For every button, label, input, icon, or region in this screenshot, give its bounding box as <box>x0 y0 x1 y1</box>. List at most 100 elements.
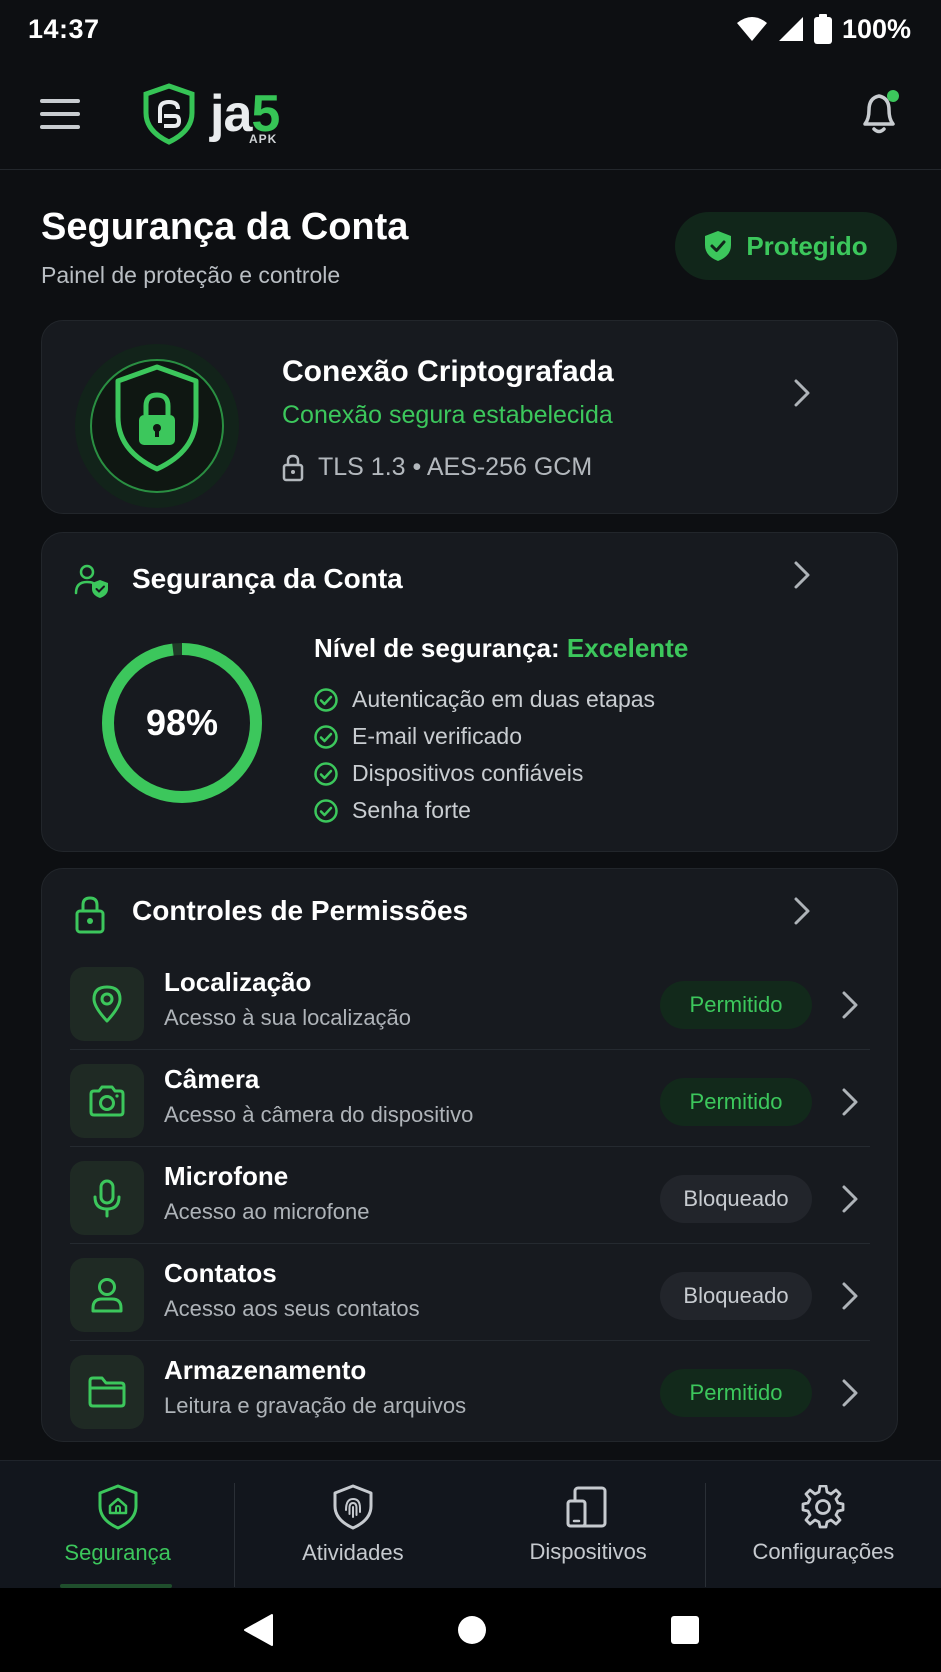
logo-wordmark: ja5 APK <box>210 84 280 146</box>
camera-icon <box>89 1085 125 1117</box>
permission-name: Localização <box>164 967 312 997</box>
status-bar: 14:37 100% <box>0 0 941 58</box>
permission-desc: Leitura e gravação de arquivos <box>164 1393 467 1418</box>
permission-desc: Acesso à câmera do dispositivo <box>164 1102 474 1127</box>
chevron-right-icon[interactable] <box>790 895 814 927</box>
security-level: Nível de segurança: Excelente <box>314 633 688 664</box>
permission-name: Contatos <box>164 1258 277 1288</box>
permission-name: Câmera <box>164 1064 260 1094</box>
chevron-right-icon[interactable] <box>838 1280 862 1312</box>
permission-status-pill[interactable]: Permitido <box>660 1369 812 1417</box>
permission-row-microphone[interactable]: Microfone Acesso ao microfone Bloqueado <box>70 1147 870 1244</box>
permission-row-storage[interactable]: Armazenamento Leitura e gravação de arqu… <box>70 1341 870 1438</box>
microphone-icon <box>93 1179 121 1218</box>
permission-row-camera[interactable]: Câmera Acesso à câmera do dispositivo Pe… <box>70 1050 870 1147</box>
permissions-card: Controles de Permissões Localização Aces… <box>41 868 898 1442</box>
gear-icon <box>801 1484 845 1528</box>
permission-status-pill[interactable]: Bloqueado <box>660 1272 812 1320</box>
lock-icon <box>282 454 304 481</box>
permission-name: Microfone <box>164 1161 289 1191</box>
check-circle-icon <box>314 761 338 786</box>
permission-name: Armazenamento <box>164 1355 367 1385</box>
logo-text: ja <box>210 84 252 143</box>
security-score: 98% <box>145 702 219 743</box>
account-security-card[interactable]: Segurança da Conta 98% Nível de seguranç… <box>41 532 898 852</box>
logo-shield-icon <box>143 82 195 145</box>
permission-desc: Acesso ao microfone <box>164 1199 370 1224</box>
logo-apk: APK <box>248 131 278 146</box>
check-item: Autenticação em duas etapas <box>314 681 655 718</box>
permission-icon-box <box>70 1161 144 1235</box>
nav-label: Segurança <box>64 1539 171 1565</box>
wifi-icon <box>736 17 767 41</box>
connection-title: Conexão Criptografada <box>282 355 614 388</box>
chevron-right-icon[interactable] <box>838 1183 862 1215</box>
shield-home-icon <box>98 1484 138 1529</box>
home-icon[interactable] <box>457 1615 487 1645</box>
chevron-right-icon[interactable] <box>790 377 814 409</box>
notification-bell-icon[interactable] <box>857 88 903 138</box>
permission-desc: Acesso à sua localização <box>164 1005 412 1030</box>
fingerprint-shield-icon <box>333 1484 373 1529</box>
permission-icon-box <box>70 967 144 1041</box>
page-title: Segurança da Conta <box>41 206 409 248</box>
encrypted-connection-card[interactable]: Conexão Criptografada Conexão segura est… <box>41 320 898 514</box>
check-item: Dispositivos confiáveis <box>314 755 655 792</box>
chevron-right-icon[interactable] <box>790 559 814 591</box>
nav-tab-settings[interactable]: Configurações <box>706 1461 941 1588</box>
top-app-bar: ja5 APK <box>0 58 941 170</box>
nav-tab-devices[interactable]: Dispositivos <box>471 1461 706 1588</box>
permission-row-contacts[interactable]: Contatos Acesso aos seus contatos Bloque… <box>70 1244 870 1341</box>
check-item: E-mail verificado <box>314 718 655 755</box>
nav-tab-activities[interactable]: Atividades <box>235 1461 470 1588</box>
permission-icon-box <box>70 1064 144 1138</box>
back-icon[interactable] <box>242 1613 274 1647</box>
protected-label: Protegido <box>746 230 868 261</box>
nav-label: Configurações <box>752 1538 895 1564</box>
permission-status-pill[interactable]: Bloqueado <box>660 1175 812 1223</box>
signal-icon <box>778 17 803 41</box>
battery-percent: 100% <box>841 13 911 44</box>
app-logo: ja5 APK <box>142 82 280 146</box>
user-shield-icon <box>74 564 108 598</box>
nav-label: Dispositivos <box>529 1538 647 1564</box>
permission-status-pill[interactable]: Permitido <box>660 1078 812 1126</box>
page-subtitle: Painel de proteção e controle <box>41 262 341 288</box>
system-navigation-bar <box>0 1588 941 1672</box>
protected-status-badge: Protegido <box>675 212 897 280</box>
check-label: E-mail verificado <box>352 723 522 749</box>
security-level-label: Nível de segurança: <box>314 633 567 663</box>
connection-protocol: TLS 1.3 • AES-256 GCM <box>282 453 592 482</box>
account-security-title: Segurança da Conta <box>132 563 403 594</box>
chevron-right-icon[interactable] <box>838 1086 862 1118</box>
permission-status-pill[interactable]: Permitido <box>660 981 812 1029</box>
check-label: Autenticação em duas etapas <box>352 686 656 712</box>
folder-icon <box>88 1376 126 1408</box>
app-screen: 14:37 100% ja5 APK Segurança da Conta Pa… <box>0 0 941 1672</box>
check-circle-icon <box>314 798 338 823</box>
recents-icon[interactable] <box>670 1615 700 1645</box>
user-icon <box>91 1278 123 1313</box>
permission-desc: Acesso aos seus contatos <box>164 1296 420 1321</box>
security-checklist: Autenticação em duas etapas E-mail verif… <box>314 681 655 829</box>
chevron-right-icon[interactable] <box>838 989 862 1021</box>
menu-icon[interactable] <box>40 94 80 134</box>
battery-icon <box>813 14 832 44</box>
check-circle-icon <box>314 687 338 712</box>
shield-check-icon <box>705 231 732 261</box>
permission-icon-box <box>70 1355 144 1429</box>
protocol-text: TLS 1.3 • AES-256 GCM <box>318 453 593 481</box>
permission-row-location[interactable]: Localização Acesso à sua localização Per… <box>70 953 870 1050</box>
check-label: Senha forte <box>352 797 471 823</box>
connection-status: Conexão segura estabelecida <box>282 401 613 429</box>
bottom-navigation: Segurança Atividades Dispositivos Config… <box>0 1460 941 1588</box>
status-time: 14:37 <box>28 13 100 44</box>
chevron-right-icon[interactable] <box>838 1377 862 1409</box>
check-label: Dispositivos confiáveis <box>352 760 584 786</box>
nav-tab-security[interactable]: Segurança <box>0 1461 236 1588</box>
permissions-title: Controles de Permissões <box>132 895 469 926</box>
location-pin-icon <box>92 985 122 1023</box>
check-item: Senha forte <box>314 792 655 829</box>
check-circle-icon <box>314 724 338 749</box>
security-level-value: Excelente <box>566 633 689 663</box>
